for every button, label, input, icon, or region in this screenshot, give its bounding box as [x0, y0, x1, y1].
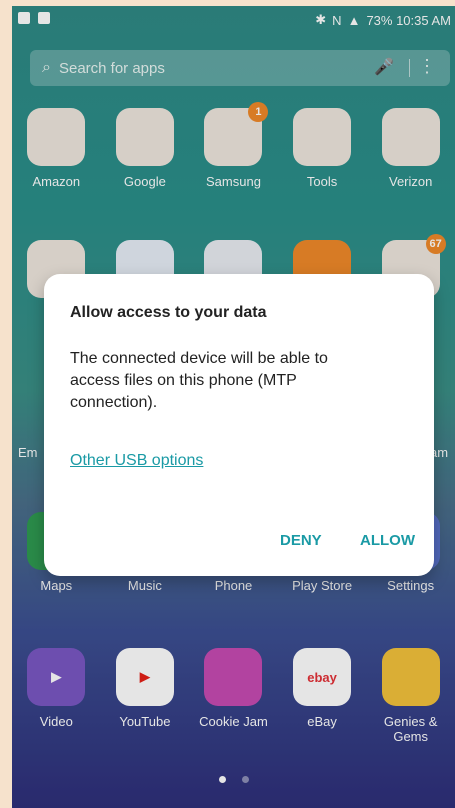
dialog-title: Allow access to your data: [70, 304, 267, 321]
deny-button[interactable]: DENY: [280, 532, 322, 549]
dialog-message: The connected device will be able to acc…: [70, 350, 328, 411]
usb-access-dialog: Allow access to your data The connected …: [44, 274, 434, 576]
other-usb-options-link[interactable]: Other USB options: [70, 452, 203, 470]
allow-button[interactable]: ALLOW: [360, 532, 415, 549]
